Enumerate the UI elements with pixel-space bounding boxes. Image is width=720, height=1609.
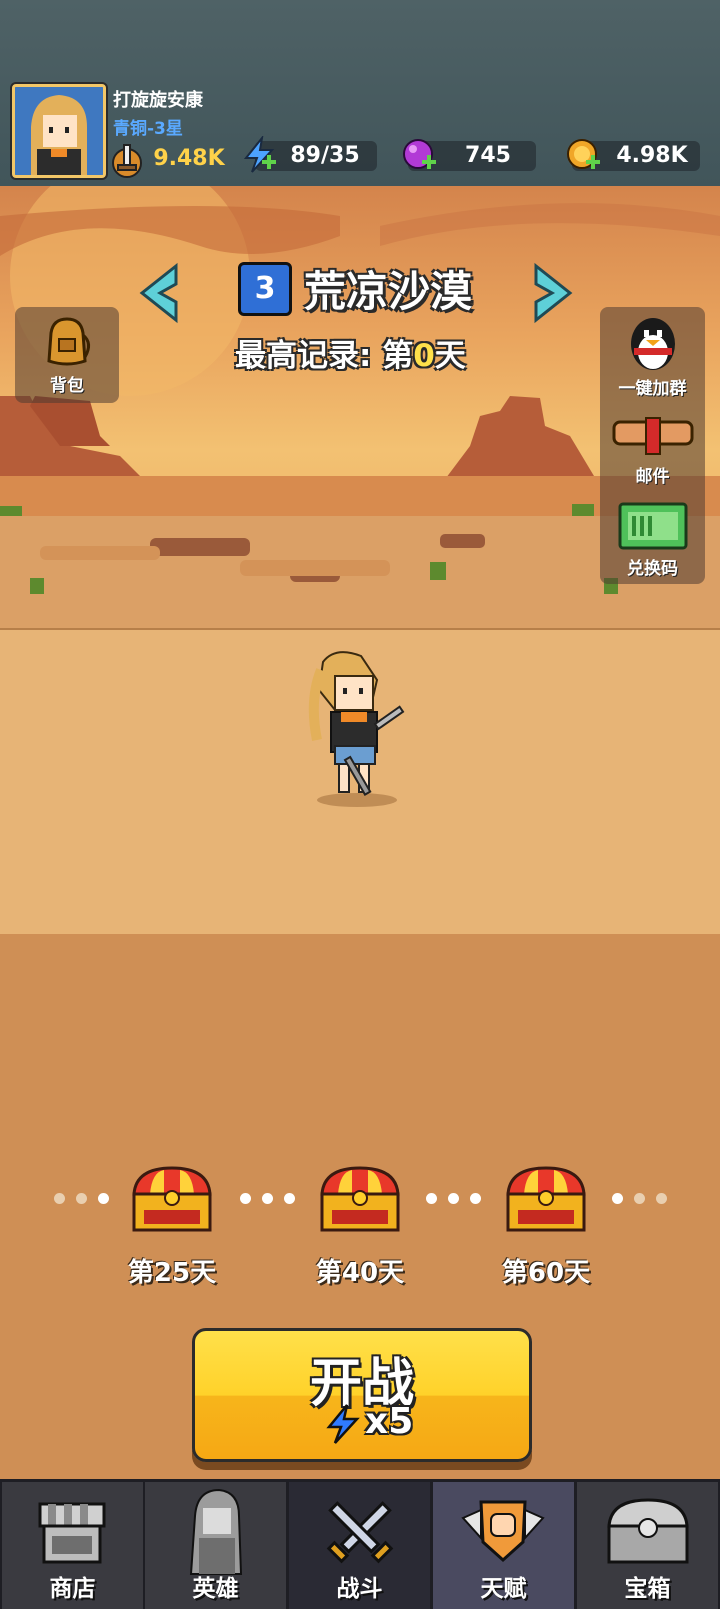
track-dot	[470, 1193, 481, 1204]
reward-chest-label: 第60天	[501, 1258, 591, 1288]
best-record-suffix: 天	[434, 338, 466, 374]
chevron-left-icon	[139, 262, 178, 324]
track-dot	[76, 1193, 87, 1204]
tab-label: 战斗	[336, 1576, 383, 1602]
track-dot	[98, 1193, 109, 1204]
stage-number-badge: 3	[238, 262, 292, 316]
best-record: 最高记录: 第0天	[235, 330, 466, 375]
crossed-swords-icon	[326, 1501, 394, 1564]
join-group-label: 一键加群	[618, 379, 687, 399]
chest-icon	[607, 1498, 689, 1564]
mail-label: 邮件	[635, 467, 670, 487]
tab-battle[interactable]: 战斗	[289, 1482, 430, 1609]
treasure-chest-icon	[320, 1166, 400, 1232]
reward-chest-label: 第40天	[315, 1258, 405, 1288]
shop-stall-icon	[38, 1502, 106, 1564]
tab-label: 天赋	[480, 1576, 527, 1602]
track-dot	[656, 1193, 667, 1204]
player-avatar[interactable]	[12, 84, 106, 178]
energy-cost: x5	[365, 1401, 414, 1442]
gem-value: 745	[465, 143, 511, 168]
track-dot	[240, 1193, 251, 1204]
mail-button[interactable]: 邮件	[600, 402, 705, 488]
lightning-energy-icon	[326, 1404, 360, 1444]
tab-talent[interactable]: 天赋	[433, 1482, 574, 1609]
start-battle-label: 开战	[309, 1354, 414, 1414]
gold-value: 4.98K	[616, 143, 688, 168]
start-battle-button[interactable]: 开战 x5	[192, 1328, 532, 1462]
tab-label: 宝箱	[624, 1576, 671, 1602]
penguin-icon	[631, 318, 675, 370]
tab-shop[interactable]: 商店	[2, 1482, 143, 1609]
best-record-prefix: 最高记录: 第	[235, 338, 414, 374]
ticket-icon	[618, 502, 688, 550]
power-value: 9.48K	[153, 146, 225, 171]
join-group-button[interactable]: 一键加群	[600, 310, 705, 399]
hero-portrait-icon	[15, 87, 103, 175]
reward-chest-label: 第25天	[127, 1258, 217, 1288]
treasure-chest-icon	[506, 1166, 586, 1232]
stage-title: 荒凉沙漠	[304, 267, 473, 316]
scroll-mail-icon	[612, 417, 694, 455]
player-name: 打旋旋安康	[113, 90, 203, 111]
best-record-day: 0	[413, 338, 435, 374]
gold-coin-icon	[564, 136, 602, 174]
chevron-right-icon	[534, 262, 573, 324]
backpack-label: 背包	[50, 376, 84, 396]
reward-chest-2[interactable]: 第40天	[300, 1160, 420, 1288]
tab-heroes[interactable]: 英雄	[145, 1482, 286, 1609]
track-dot	[54, 1193, 65, 1204]
track-dot	[426, 1193, 437, 1204]
tab-label: 商店	[49, 1576, 96, 1602]
backpack-button[interactable]: 背包	[15, 307, 119, 403]
hero-character-sprite	[305, 650, 415, 810]
track-dot	[262, 1193, 273, 1204]
sword-power-icon	[108, 141, 146, 179]
redeem-code-label: 兑换码	[627, 559, 678, 579]
track-dot	[634, 1193, 645, 1204]
tab-chests[interactable]: 宝箱	[577, 1482, 718, 1609]
backpack-icon	[47, 317, 90, 366]
track-dot	[284, 1193, 295, 1204]
track-dot	[448, 1193, 459, 1204]
lightning-energy-icon	[240, 134, 278, 174]
tab-label: 英雄	[192, 1576, 239, 1602]
prev-stage-arrow[interactable]	[136, 262, 182, 324]
player-rank: 青铜-3星	[113, 119, 183, 139]
next-stage-arrow[interactable]	[530, 262, 576, 324]
hero-silhouette-icon	[189, 1488, 243, 1575]
reward-chest-3[interactable]: 第60天	[486, 1160, 606, 1288]
purple-gem-icon	[400, 136, 438, 174]
treasure-chest-icon	[132, 1166, 212, 1232]
winged-fist-shield-icon	[461, 1500, 545, 1563]
energy-value: 89/35	[290, 143, 360, 168]
track-dot	[612, 1193, 623, 1204]
reward-chest-1[interactable]: 第25天	[112, 1160, 232, 1288]
redeem-code-button[interactable]: 兑换码	[600, 494, 705, 582]
